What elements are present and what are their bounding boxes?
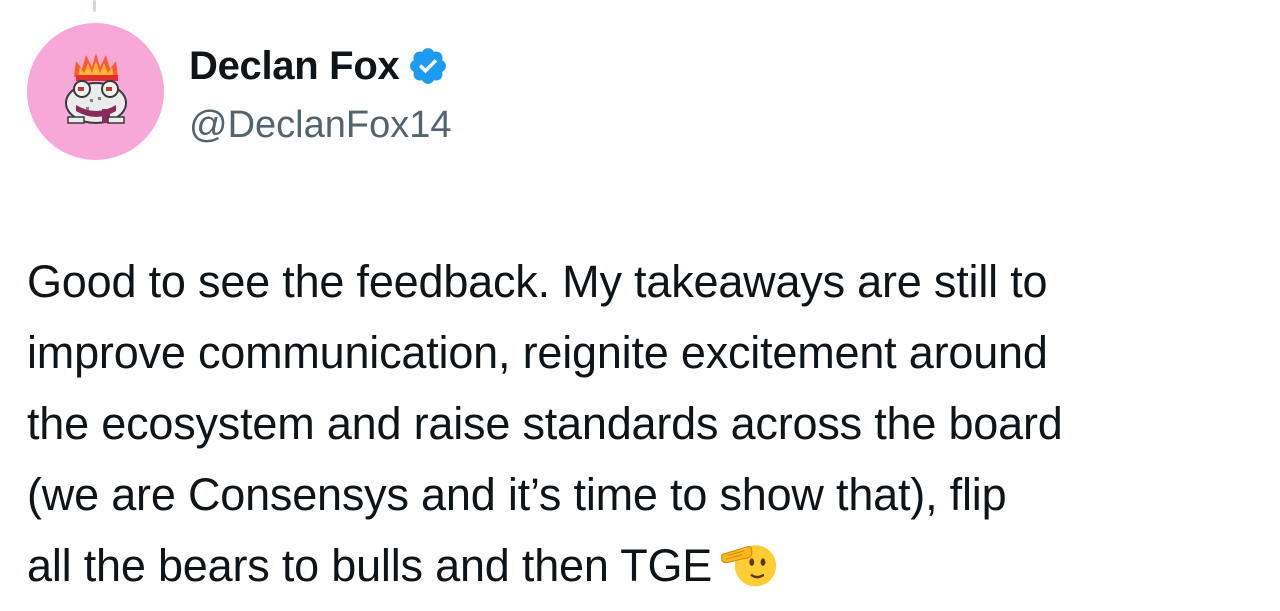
tweet-header: Declan Fox @DeclanFox14 <box>27 23 451 160</box>
thread-connector-line <box>93 0 96 12</box>
display-name-row: Declan Fox <box>189 40 451 92</box>
verified-badge-icon <box>410 47 447 84</box>
tweet-body: Good to see the feedback. My takeaways a… <box>27 246 1267 601</box>
saluting-face-icon <box>721 545 777 587</box>
avatar[interactable] <box>27 23 164 160</box>
author-names: Declan Fox @DeclanFox14 <box>189 40 451 144</box>
pixel-frog-avatar-icon <box>64 52 127 124</box>
author-handle[interactable]: @DeclanFox14 <box>189 106 451 144</box>
display-name[interactable]: Declan Fox <box>189 46 400 86</box>
tweet-text: Good to see the feedback. My takeaways a… <box>27 256 1063 591</box>
